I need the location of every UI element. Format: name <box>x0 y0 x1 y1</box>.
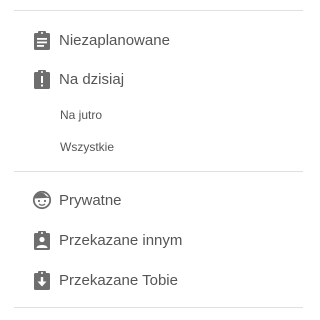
clipboard-account-icon <box>32 230 52 250</box>
menu-subitem-label: Na jutro <box>60 108 103 122</box>
clipboard-arrow-down-icon <box>32 270 52 290</box>
menu-item-niezaplanowane[interactable]: Niezaplanowane <box>32 28 170 52</box>
menu-subitem-na-jutro[interactable]: Na jutro <box>60 106 102 124</box>
menu-item-label: Na dzisiaj <box>59 70 125 88</box>
face-icon <box>32 190 52 210</box>
clipboard-alert-icon <box>32 69 52 89</box>
divider-bottom <box>14 307 303 308</box>
menu-item-przekazane-tobie[interactable]: Przekazane Tobie <box>32 268 178 292</box>
menu-item-label: Prywatne <box>59 191 122 209</box>
menu-subitem-label: Wszystkie <box>60 140 114 154</box>
menu-item-label: Przekazane innym <box>59 231 183 249</box>
menu-item-label: Niezaplanowane <box>59 31 170 49</box>
menu-item-na-dzisiaj[interactable]: Na dzisiaj <box>32 67 124 91</box>
menu-item-przekazane-innym[interactable]: Przekazane innym <box>32 228 182 252</box>
menu-item-label: Przekazane Tobie <box>59 271 178 289</box>
menu-item-prywatne[interactable]: Prywatne <box>32 188 122 212</box>
divider-top <box>14 10 303 11</box>
divider-middle <box>14 171 303 172</box>
menu-subitem-wszystkie[interactable]: Wszystkie <box>60 138 114 156</box>
clipboard-list-icon <box>32 30 52 50</box>
